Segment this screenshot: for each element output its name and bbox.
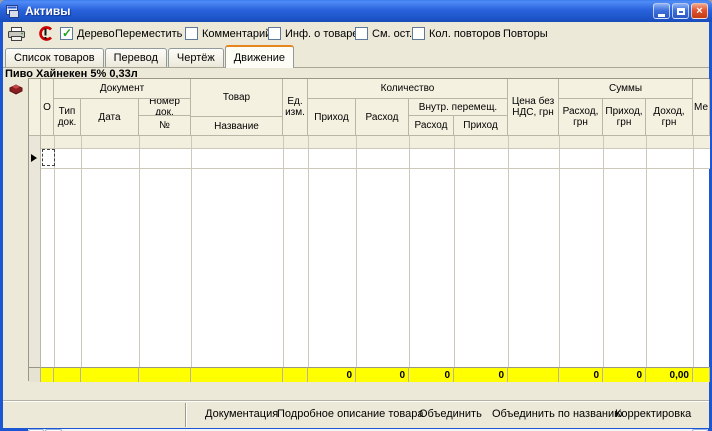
- row-header-column: [29, 136, 41, 367]
- refresh-button[interactable]: [38, 22, 53, 45]
- window-body: Дерево Переместить Комментарий Инф. о то…: [3, 22, 709, 428]
- see-balance-checkbox-label: См. ост.: [372, 28, 412, 40]
- print-button[interactable]: [8, 22, 25, 45]
- col-header-internal-expense: Расход: [409, 116, 454, 136]
- col-header-place: Ме: [693, 79, 710, 136]
- bottom-bar-divider: [185, 403, 187, 427]
- col-header-item-name: Название: [191, 117, 283, 136]
- tab-translation[interactable]: Перевод: [105, 48, 167, 67]
- app-icon: [6, 5, 21, 18]
- total-sum-income: 0: [603, 367, 646, 382]
- total-internal-expense: 0: [409, 367, 454, 382]
- movement-tab-page: Пиво Хайнекен 5% 0,33л О Документ Тип до…: [3, 68, 709, 400]
- focused-cell[interactable]: [42, 149, 55, 166]
- minimize-button[interactable]: [653, 3, 670, 19]
- comment-checkbox[interactable]: [185, 27, 198, 40]
- total-income: 0: [308, 367, 356, 382]
- col-header-o: О: [41, 79, 54, 136]
- see-balance-checkbox[interactable]: [355, 27, 368, 40]
- bottom-bar: Документация Подробное описание товара О…: [3, 400, 709, 428]
- merge-button[interactable]: Объединить: [419, 401, 482, 428]
- repeat-count-checkbox[interactable]: [412, 27, 425, 40]
- totals-row-header: [29, 367, 41, 382]
- col-header-income: Приход: [308, 99, 356, 136]
- col-group-document: Документ: [54, 79, 191, 99]
- col-header-internal-income: Приход: [454, 116, 508, 136]
- move-button[interactable]: Переместить: [115, 22, 182, 45]
- product-info-checkbox[interactable]: [268, 27, 281, 40]
- col-header-expense: Расход: [356, 99, 409, 136]
- tabstrip: Список товаров Перевод Чертёж Движение: [3, 45, 709, 68]
- col-header-sum-profit: Доход, грн: [646, 99, 693, 136]
- col-header-sum-expense: Расход, грн: [559, 99, 603, 136]
- merge-by-name-button[interactable]: Объединить по названию: [492, 401, 622, 428]
- detailed-description-button[interactable]: Подробное описание товара: [277, 401, 423, 428]
- toolbar: Дерево Переместить Комментарий Инф. о то…: [3, 22, 709, 45]
- col-header-date: Дата: [81, 99, 139, 136]
- total-expense: 0: [356, 367, 409, 382]
- grid-corner-header: [29, 79, 41, 136]
- titlebar: Активы ×: [0, 0, 712, 22]
- refresh-icon: [38, 25, 53, 42]
- correction-button[interactable]: Корректировка: [615, 401, 691, 428]
- close-button[interactable]: ×: [691, 3, 708, 19]
- col-group-internal-movement: Внутр. перемещ.: [409, 99, 508, 116]
- total-sum-expense: 0: [559, 367, 603, 382]
- repeat-count-checkbox-label: Кол. повторов: [429, 28, 501, 40]
- data-row[interactable]: [41, 148, 710, 168]
- col-group-item: Товар: [191, 79, 283, 117]
- total-internal-income: 0: [454, 367, 508, 382]
- col-group-sums: Суммы: [559, 79, 693, 99]
- current-row-marker-icon: [31, 154, 37, 162]
- col-header-doc-number: Номер док.: [139, 99, 191, 116]
- tab-movement[interactable]: Движение: [225, 45, 294, 68]
- tab-goods-list[interactable]: Список товаров: [5, 48, 104, 67]
- window-title: Активы: [25, 4, 71, 18]
- tree-checkbox-label: Дерево: [77, 28, 115, 40]
- col-header-number: №: [139, 116, 191, 136]
- printer-icon: [8, 27, 25, 41]
- product-info-checkbox-label: Инф. о товаре: [285, 28, 358, 40]
- col-header-sum-income: Приход, грн: [603, 99, 646, 136]
- col-header-price-no-vat: Цена без НДС, грн: [508, 79, 559, 136]
- filter-row[interactable]: [41, 136, 710, 148]
- app-window: Активы ×: [0, 0, 712, 431]
- tree-checkbox[interactable]: [60, 27, 73, 40]
- comment-checkbox-label: Комментарий: [202, 28, 271, 40]
- minimize-icon: [658, 14, 665, 17]
- tab-drawing[interactable]: Чертёж: [168, 48, 224, 67]
- col-header-unit: Ед. изм.: [283, 79, 308, 136]
- col-group-quantity: Количество: [308, 79, 508, 99]
- movement-grid: О Документ Тип док. Дата Номер док. № То…: [28, 78, 709, 381]
- total-sum-profit: 0,00: [646, 367, 693, 382]
- maximize-button[interactable]: [672, 3, 689, 19]
- col-header-doc-type: Тип док.: [54, 99, 81, 136]
- maximize-icon: [677, 8, 685, 15]
- print-report-icon[interactable]: [8, 82, 24, 101]
- repeats-button[interactable]: Повторы: [503, 22, 548, 45]
- documentation-button[interactable]: Документация: [205, 401, 278, 428]
